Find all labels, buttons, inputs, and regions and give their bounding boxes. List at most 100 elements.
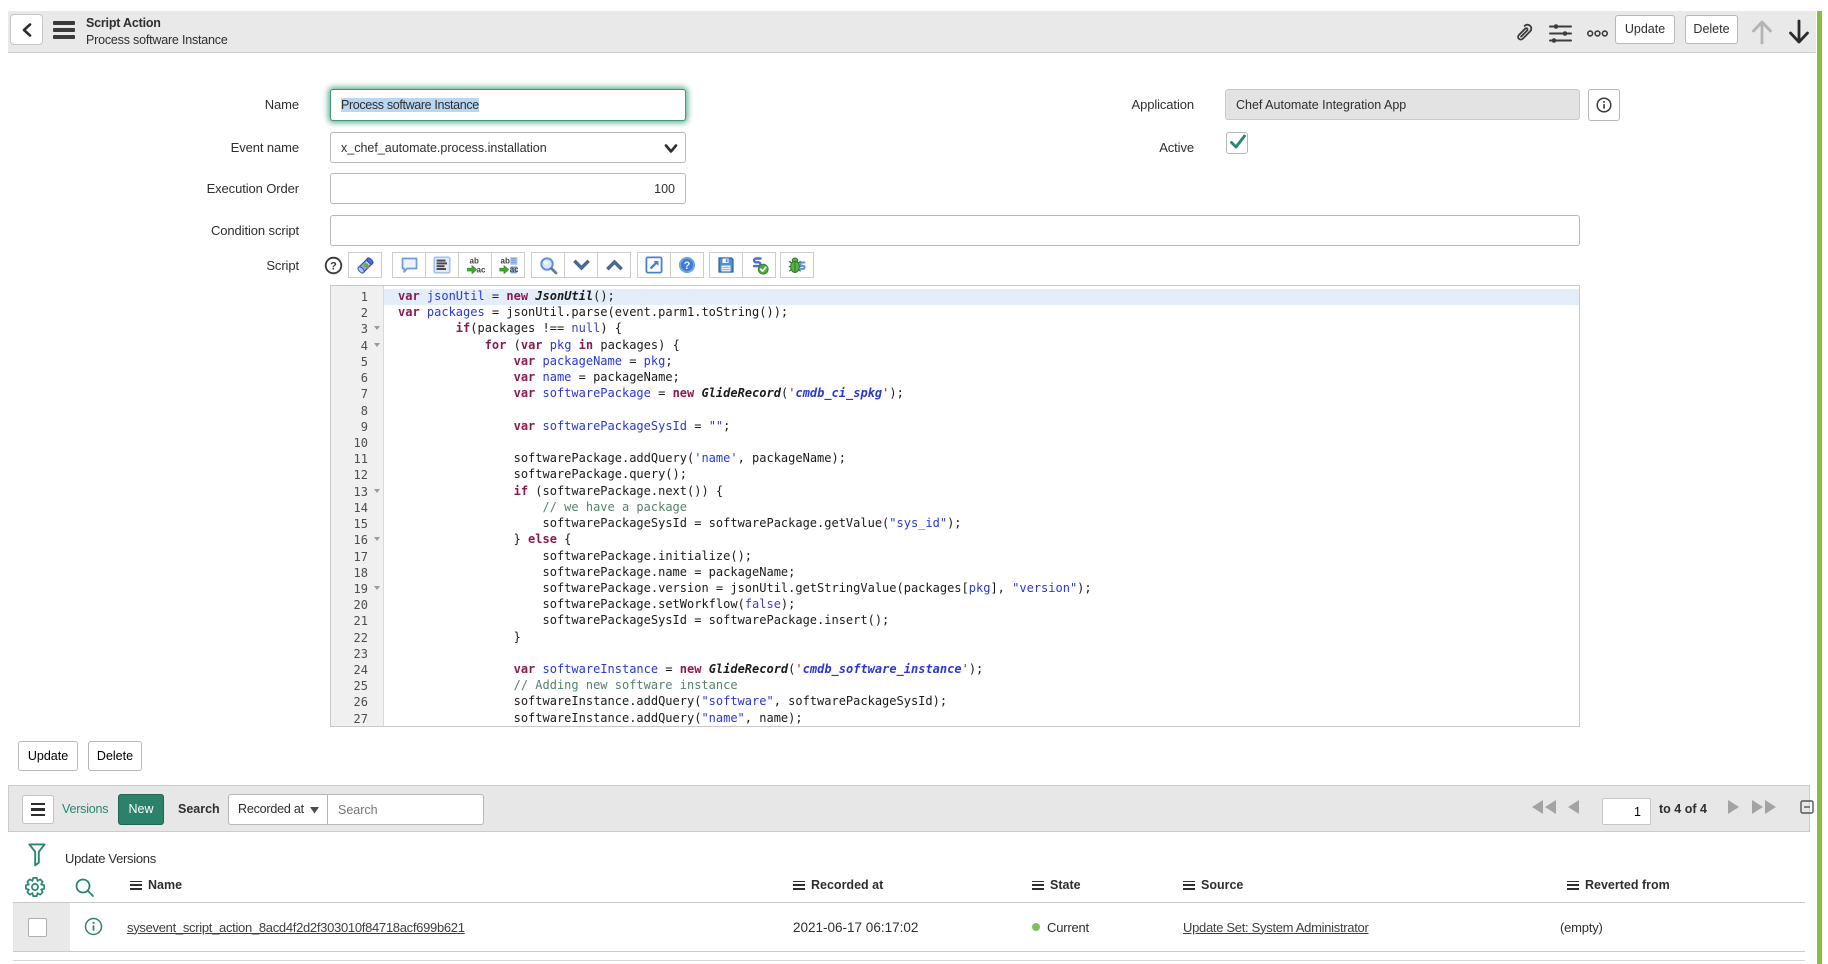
last-page-button[interactable]	[1750, 799, 1776, 815]
open-in-window-button[interactable]	[637, 252, 671, 278]
replace-all-button[interactable]: abac	[491, 252, 525, 278]
active-checkbox[interactable]	[1226, 132, 1248, 154]
code-line: for (var pkg in packages) {	[384, 338, 1579, 354]
syntax-check-button[interactable]	[742, 252, 776, 278]
update-button-header[interactable]: Update	[1615, 15, 1675, 44]
name-input[interactable]: Process software Instance	[330, 89, 686, 121]
row-source-cell: Update Set: System Administrator	[1183, 903, 1368, 951]
versions-list-header: Versions New Search Recorded at to 4 of …	[8, 785, 1810, 832]
dropdown-arrow-icon	[310, 807, 319, 814]
search-button[interactable]	[531, 252, 565, 278]
application-info-button[interactable]	[1588, 89, 1620, 121]
scroll-up-button[interactable]	[1748, 18, 1776, 46]
gutter-line[interactable]: 16	[331, 532, 383, 548]
menu-bar	[1032, 884, 1044, 886]
code-line: if (softwarePackage.next()) {	[384, 484, 1579, 500]
code-line: softwarePackageSysId = softwarePackage.i…	[384, 613, 1579, 629]
find-next-button[interactable]	[564, 252, 598, 278]
event-name-select[interactable]: x_chef_automate.process.installation	[330, 132, 686, 163]
search-label: Search	[178, 802, 220, 816]
execution-order-input[interactable]	[330, 173, 686, 204]
info-icon	[1596, 97, 1612, 113]
back-button[interactable]	[10, 14, 43, 45]
format-code-button[interactable]	[425, 252, 459, 278]
filter-button[interactable]	[27, 843, 47, 869]
gutter-line[interactable]: 13	[331, 484, 383, 500]
next-page-button[interactable]	[1726, 799, 1740, 815]
script-help-button[interactable]: ?	[324, 256, 343, 275]
list-search-button[interactable]	[74, 877, 95, 898]
update-button-bottom[interactable]: Update	[18, 741, 78, 771]
page-number-input[interactable]	[1602, 798, 1651, 825]
save-icon	[717, 256, 735, 274]
line-number: 10	[354, 436, 368, 450]
list-context-menu[interactable]	[22, 795, 54, 824]
column-header-name[interactable]: Name	[130, 878, 182, 892]
debug-button[interactable]	[780, 252, 814, 278]
personalize-form-button[interactable]	[1545, 21, 1575, 45]
fold-marker-icon[interactable]	[374, 489, 380, 493]
editor-code[interactable]: var jsonUtil = new JsonUtil();var packag…	[384, 286, 1579, 726]
scroll-down-button[interactable]	[1785, 18, 1813, 46]
versions-title: Versions	[62, 802, 108, 816]
find-previous-button[interactable]	[597, 252, 631, 278]
script-editor[interactable]: 1234567891011121314151617181920212223242…	[330, 285, 1580, 727]
fold-marker-icon[interactable]	[374, 343, 380, 347]
gutter-line: 1	[331, 289, 383, 305]
form-header: Script Action Process software Instance …	[8, 11, 1816, 53]
menu-bar	[1032, 888, 1044, 890]
column-header-state[interactable]: State	[1032, 878, 1081, 892]
menu-bar	[53, 28, 75, 32]
event-name-value: x_chef_automate.process.installation	[341, 141, 547, 155]
fold-marker-icon[interactable]	[374, 537, 380, 541]
collapse-list-button[interactable]	[1799, 799, 1815, 815]
delete-button-header[interactable]: Delete	[1685, 15, 1738, 44]
row-info-icon	[84, 917, 103, 936]
condition-script-input[interactable]	[330, 215, 1580, 246]
code-line	[384, 403, 1579, 419]
first-page-button[interactable]	[1531, 799, 1557, 815]
help-button[interactable]: ?	[670, 252, 704, 278]
code-line: var softwareInstance = new GlideRecord('…	[384, 662, 1579, 678]
more-options-button[interactable]	[1586, 26, 1608, 40]
gutter-line[interactable]: 19	[331, 581, 383, 597]
code-line: // we have a package	[384, 500, 1579, 516]
attachment-button[interactable]	[1507, 19, 1539, 47]
column-header-recorded-at[interactable]: Recorded at	[793, 878, 883, 892]
row-checkbox[interactable]	[28, 918, 47, 937]
gutter-line: 6	[331, 370, 383, 386]
list-personalize-button[interactable]	[24, 876, 46, 898]
delete-button-bottom[interactable]: Delete	[88, 741, 142, 771]
line-number: 1	[361, 290, 368, 304]
line-number: 16	[354, 533, 368, 547]
column-header-source[interactable]: Source	[1183, 878, 1243, 892]
gutter-line: 14	[331, 500, 383, 516]
syntax-editor-toggle-button[interactable]	[348, 252, 382, 278]
line-number: 15	[354, 517, 368, 531]
column-menu-icon	[1032, 881, 1044, 890]
find-previous-icon	[606, 259, 623, 271]
row-name-link[interactable]: sysevent_script_action_8acd4f2d2f303010f…	[127, 920, 465, 935]
prev-page-button[interactable]	[1567, 799, 1581, 815]
open-in-window-icon	[645, 256, 663, 274]
comment-button[interactable]	[392, 252, 426, 278]
line-number: 20	[354, 598, 368, 612]
fold-marker-icon[interactable]	[374, 586, 380, 590]
search-field-select[interactable]: Recorded at	[228, 794, 328, 825]
gutter-line[interactable]: 4	[331, 338, 383, 354]
gutter-line[interactable]: 3	[331, 321, 383, 337]
replace-button[interactable]: abac	[458, 252, 492, 278]
versions-search-input[interactable]	[327, 794, 484, 825]
save-button[interactable]	[709, 252, 743, 278]
execution-order-label: Execution Order	[99, 181, 299, 196]
row-source-link[interactable]: Update Set: System Administrator	[1183, 920, 1368, 935]
search-icon	[539, 256, 558, 275]
row-info-button[interactable]	[83, 916, 103, 936]
breadcrumb[interactable]: Update Versions	[65, 851, 156, 866]
form-context-menu-icon[interactable]	[53, 21, 75, 39]
gutter-line: 24	[331, 662, 383, 678]
fold-marker-icon[interactable]	[374, 326, 380, 330]
column-header-reverted-from[interactable]: Reverted from	[1567, 878, 1670, 892]
new-button[interactable]: New	[118, 794, 164, 825]
record-type: Script Action	[86, 15, 228, 32]
